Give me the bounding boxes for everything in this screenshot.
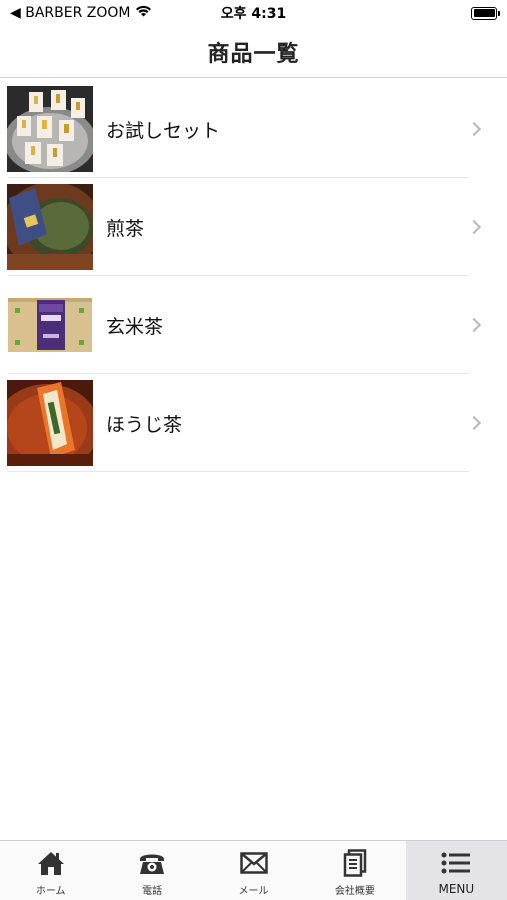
product-item-genmaicha[interactable]: 玄米茶 [0, 276, 507, 374]
tea-sample-set-photo [7, 86, 93, 172]
product-label: 煎茶 [106, 217, 145, 240]
sencha-tea-photo [7, 184, 93, 270]
chevron-right-icon [466, 317, 482, 333]
chevron-right-icon [466, 415, 482, 431]
wifi-icon [135, 5, 152, 21]
product-list: お試しセット 煎茶 玄米茶 ほうじ茶 [0, 80, 507, 472]
tab-phone[interactable]: 電話 [101, 841, 202, 900]
home-icon [37, 848, 65, 878]
tab-mail[interactable]: メール [203, 841, 304, 900]
genmaicha-box-photo [7, 282, 93, 368]
phone-icon [138, 848, 166, 878]
tab-label: 会社概要 [334, 886, 375, 897]
carrier-label[interactable]: ◀ BARBER ZOOM [10, 5, 130, 21]
document-icon [343, 848, 367, 878]
status-left: ◀ BARBER ZOOM [10, 5, 152, 21]
nav-bar: 商品一覧 [0, 26, 507, 78]
tab-label: ホーム [35, 886, 66, 897]
tab-label: メール [238, 886, 269, 897]
mail-icon [239, 848, 268, 878]
menu-icon [441, 848, 471, 878]
product-label: 玄米茶 [106, 315, 164, 338]
tab-company[interactable]: 会社概要 [304, 841, 405, 900]
product-item-sencha[interactable]: 煎茶 [0, 178, 507, 276]
tab-bar: ホーム 電話 メール 会社概要 MENU [0, 840, 507, 900]
tab-label: 電話 [142, 886, 163, 897]
page-title: 商品一覧 [207, 41, 300, 67]
tab-menu[interactable]: MENU [405, 841, 507, 900]
battery-icon [471, 6, 500, 20]
chevron-right-icon [466, 121, 482, 137]
product-label: お試しセット [106, 119, 221, 142]
chevron-right-icon [466, 219, 482, 235]
status-bar: ◀ BARBER ZOOM 오후 4:31 [0, 0, 507, 26]
product-item-trial-set[interactable]: お試しセット [0, 80, 507, 178]
tab-home[interactable]: ホーム [0, 841, 101, 900]
product-label: ほうじ茶 [106, 413, 183, 436]
product-item-hojicha[interactable]: ほうじ茶 [0, 374, 507, 472]
hojicha-pack-photo [7, 380, 93, 466]
tab-label: MENU [438, 882, 475, 896]
